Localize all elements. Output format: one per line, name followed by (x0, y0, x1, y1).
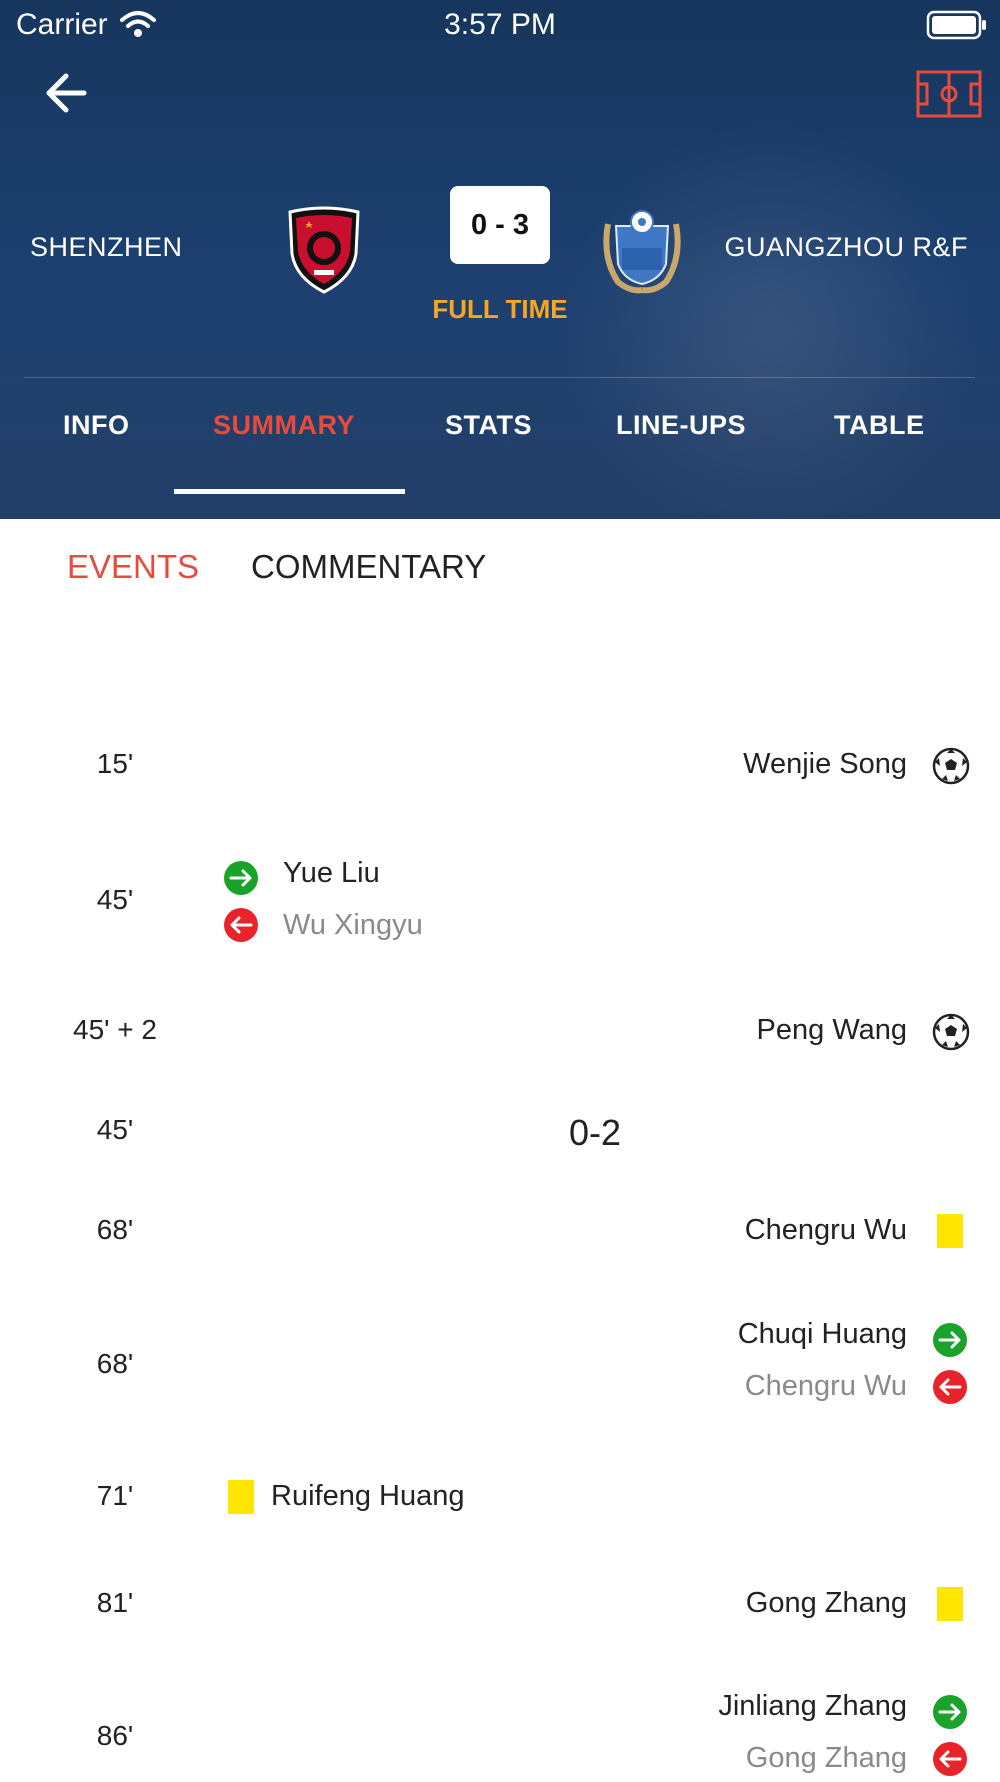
tab-summary[interactable]: SUMMARY (213, 410, 355, 441)
away-team-name[interactable]: GUANGZHOU R&F (724, 232, 968, 263)
sub-in-arrow-icon (223, 860, 259, 901)
yellow-card-icon (937, 1214, 963, 1248)
tab-table[interactable]: TABLE (834, 410, 925, 441)
sub-out-arrow-icon (932, 1369, 968, 1410)
interim-score: 0-2 (568, 1112, 622, 1153)
player-in: Chuqi Huang (737, 1318, 907, 1350)
event-minute: 71' (96, 1480, 134, 1511)
subtab-events[interactable]: EVENTS (67, 548, 199, 586)
player-in: Jinliang Zhang (718, 1690, 907, 1722)
yellow-card-icon (228, 1480, 254, 1514)
subtab-commentary[interactable]: COMMENTARY (251, 548, 486, 586)
status-bar: Carrier 3:57 PM (0, 0, 1000, 50)
event-player: Ruifeng Huang (271, 1480, 465, 1512)
event-minute: 81' (96, 1587, 134, 1618)
event-player: Peng Wang (756, 1014, 907, 1046)
away-team-logo[interactable] (600, 208, 684, 296)
player-out: Gong Zhang (745, 1742, 907, 1774)
match-tabs: INFO SUMMARY STATS LINE-UPS TABLE (0, 410, 1000, 470)
home-team-name[interactable]: SHENZHEN (30, 232, 183, 263)
player-in: Yue Liu (283, 857, 380, 889)
player-out: Wu Xingyu (283, 909, 423, 941)
header-divider (24, 377, 975, 378)
score-box: 0 - 3 (450, 186, 550, 264)
event-minute: 68' (96, 1214, 134, 1245)
sub-out-arrow-icon (932, 1741, 968, 1782)
event-minute: 15' (96, 748, 134, 779)
match-header: Carrier 3:57 PM SHENZHEN 0 - 3 FULL TIME… (0, 0, 1000, 519)
goal-ball-icon (932, 747, 970, 790)
tab-info[interactable]: INFO (63, 410, 130, 441)
active-tab-indicator (174, 489, 405, 494)
event-minute: 68' (96, 1348, 134, 1379)
event-minute: 86' (96, 1720, 134, 1751)
event-minute: 45' (96, 1114, 134, 1145)
clock: 3:57 PM (444, 8, 556, 41)
sub-in-arrow-icon (932, 1322, 968, 1363)
event-player: Chengru Wu (744, 1214, 907, 1246)
event-player: Wenjie Song (743, 748, 907, 780)
event-player: Gong Zhang (745, 1587, 907, 1619)
yellow-card-icon (937, 1587, 963, 1621)
sub-out-arrow-icon (223, 907, 259, 948)
goal-ball-icon (932, 1013, 970, 1056)
sub-in-arrow-icon (932, 1694, 968, 1735)
event-minute: 45' + 2 (73, 1014, 157, 1045)
back-arrow-icon[interactable] (40, 66, 96, 122)
tab-line-ups[interactable]: LINE-UPS (616, 410, 746, 441)
player-out: Chengru Wu (744, 1370, 907, 1402)
match-status: FULL TIME (432, 294, 568, 324)
event-minute: 45' (96, 884, 134, 915)
tab-stats[interactable]: STATS (445, 410, 532, 441)
battery-icon (926, 10, 988, 45)
home-team-logo[interactable] (284, 206, 364, 294)
pitch-icon[interactable] (916, 70, 982, 118)
